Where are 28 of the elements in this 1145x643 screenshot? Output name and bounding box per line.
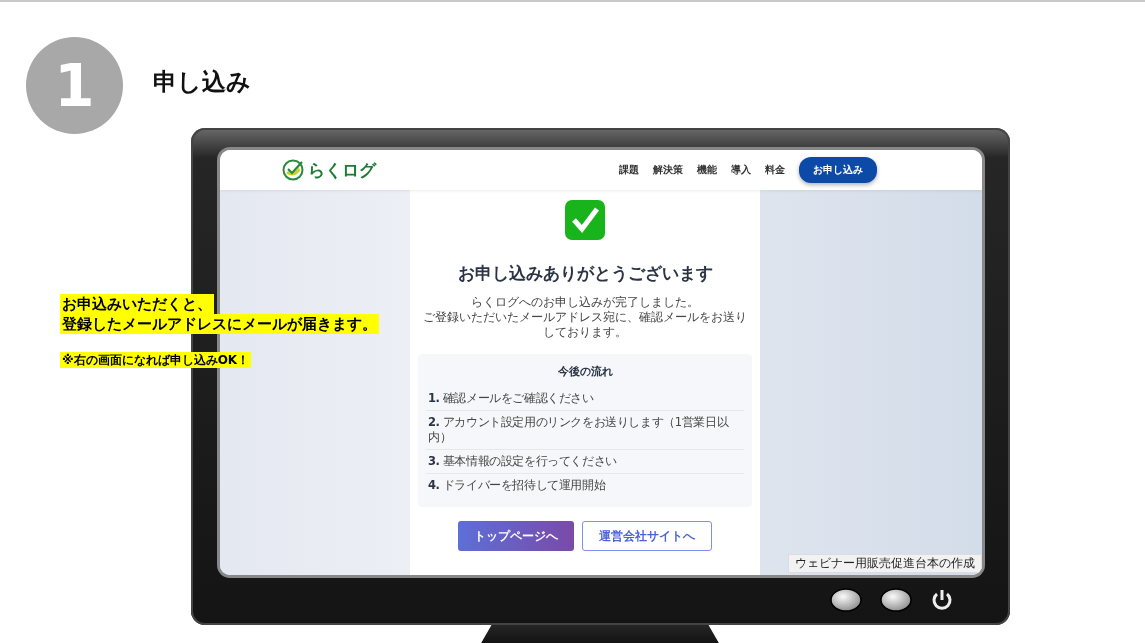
step-item: 2. アカウント設定用のリンクをお送りします（1営業日以内） [426,411,744,450]
monitor-button[interactable] [830,588,862,612]
next-steps-title: 今後の流れ [556,364,614,379]
highlighted-note: ※右の画面になれば申し込みOK！ [60,352,252,368]
step-title: 申し込み [153,66,251,98]
monitor-button[interactable] [880,588,912,612]
step-item: 4. ドライバーを招待して運用開始 [427,477,607,494]
highlighted-note: 登録したメールアドレスにメールが届きます。 [60,314,379,334]
nav-link[interactable]: 課題 [619,163,639,177]
step-item: 1. 確認メールをご確認ください [426,387,744,411]
highlighted-note: お申込みいただくと、 [60,294,214,314]
nav-link[interactable]: 料金 [765,163,785,177]
check-icon [564,200,606,240]
nav-link[interactable]: 解決策 [653,163,683,177]
nav-link[interactable]: 機能 [697,163,717,177]
logo-text: らくログ [308,158,376,182]
nav-link[interactable]: 導入 [731,163,751,177]
top-page-button[interactable]: トップページへ [458,521,574,551]
tooltip: ウェビナー用販売促進台本の作成 [788,554,982,573]
logo-icon [282,159,304,181]
power-icon[interactable] [930,588,954,612]
confirmation-text: らくログへのお申し込みが完了しました。 [470,295,700,310]
step-item: 3. 基本情報の設定を行ってください [426,450,744,474]
step-number: 1 [26,37,123,134]
confirmation-text: ご登録いただいたメールアドレス宛に、確認メールをお送りしております。 [422,310,748,340]
company-site-button[interactable]: 運営会社サイトへ [582,521,712,551]
thank-you-heading: お申し込みありがとうございます [457,262,713,285]
apply-button[interactable]: お申し込み [799,157,877,183]
